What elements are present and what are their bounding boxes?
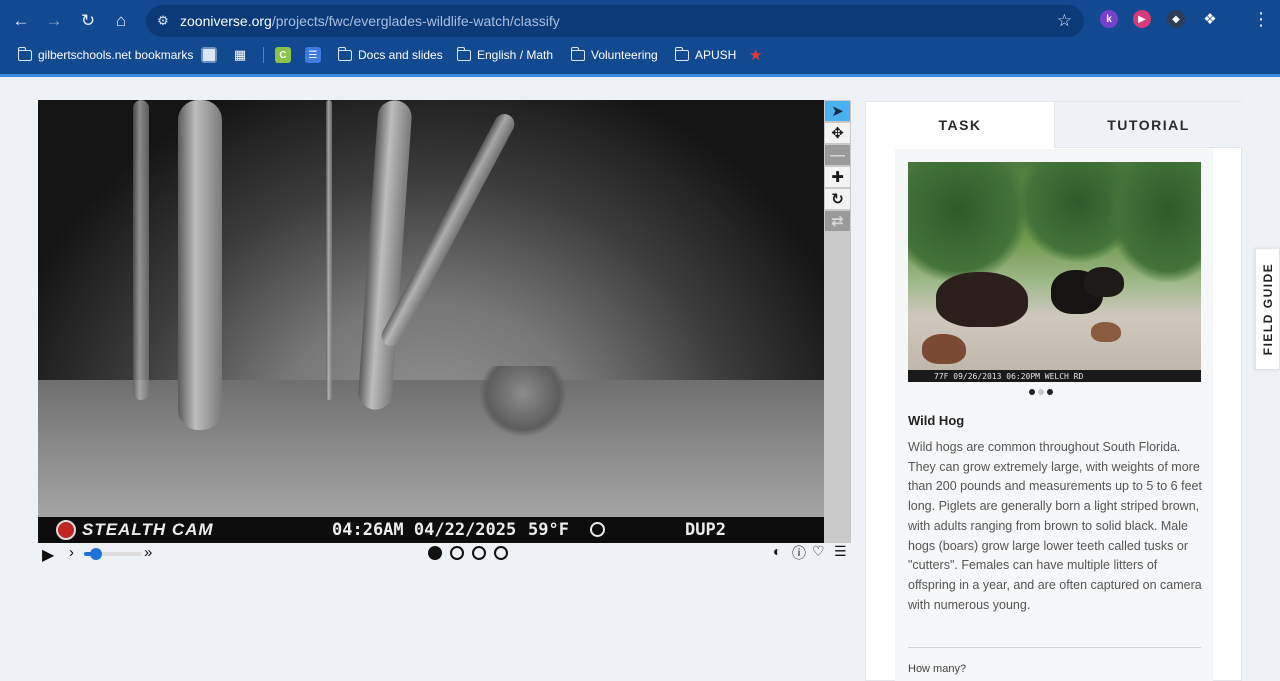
tree-trunk bbox=[357, 100, 413, 411]
browser-menu-icon[interactable]: ⋮ bbox=[1252, 9, 1270, 30]
zoom-out-icon: — bbox=[830, 146, 845, 164]
bookmark-volunteering[interactable]: Volunteering bbox=[570, 42, 658, 68]
example-piglet bbox=[922, 334, 966, 364]
bookmarks-separator bbox=[263, 47, 264, 63]
striped-app-icon: ☰ bbox=[305, 47, 321, 63]
example-photo-wild-hog[interactable]: 77F 09/26/2013 06:20PM WELCH RD bbox=[908, 162, 1201, 382]
invert-contrast-icon[interactable]: ◐ bbox=[773, 543, 781, 559]
bookmark-english-math[interactable]: English / Math bbox=[456, 42, 553, 68]
zoom-out-button[interactable]: — bbox=[825, 145, 850, 165]
folder-icon bbox=[674, 46, 689, 61]
bookmark-c-app[interactable]: C bbox=[275, 42, 291, 68]
camera-timestamp: 04:26AM 04/22/2025 bbox=[332, 520, 517, 540]
task-panel: TASK TUTORIAL 77F 09/26/2013 06:20PM WEL… bbox=[865, 101, 1242, 681]
c-app-icon: C bbox=[275, 47, 291, 63]
tree-trunk bbox=[178, 100, 222, 430]
animal-description: Wild hogs are common throughout South Fl… bbox=[908, 440, 1202, 612]
bookmark-apps-grid[interactable]: ▦ bbox=[232, 42, 248, 68]
play-icon[interactable]: ▶ bbox=[42, 545, 54, 565]
info-icon[interactable]: ⓘ bbox=[792, 543, 806, 563]
example-dot-3[interactable] bbox=[1047, 389, 1053, 395]
bookmark-star-flag[interactable]: ★ bbox=[749, 42, 762, 68]
example-foliage bbox=[1108, 162, 1201, 282]
forest-floor bbox=[38, 380, 824, 517]
camera-id: DUP2 bbox=[685, 520, 726, 540]
animal-name: Wild Hog bbox=[908, 413, 965, 428]
slower-chevron-icon[interactable]: › bbox=[69, 544, 74, 561]
forward-arrow-icon[interactable]: → bbox=[41, 8, 67, 34]
rotate-icon: ↻ bbox=[831, 191, 844, 208]
star-flag-icon: ★ bbox=[749, 47, 763, 64]
bookmark-striped-app[interactable]: ☰ bbox=[305, 42, 321, 68]
url-text: zooniverse.org/projects/fwc/everglades-w… bbox=[180, 13, 560, 29]
sapling bbox=[326, 100, 332, 400]
extension-shield-icon[interactable]: ◆ bbox=[1167, 10, 1185, 28]
stealth-cam-logo: STEALTH CAM bbox=[56, 517, 214, 543]
bookmark-docs-and-slides[interactable]: Docs and slides bbox=[337, 42, 443, 68]
camera-temperature: 59°F bbox=[528, 520, 569, 540]
pointer-tool-button[interactable]: ➤ bbox=[825, 101, 850, 121]
bookmark-gilbertschools[interactable]: gilbertschools.net bookmarks bbox=[17, 42, 193, 68]
how-many-question: How many? bbox=[908, 663, 967, 675]
managed-folder-icon bbox=[17, 46, 32, 61]
task-content: 77F 09/26/2013 06:20PM WELCH RD Wild Hog… bbox=[895, 149, 1213, 681]
tree-trunk bbox=[133, 100, 149, 400]
extension-k-icon[interactable]: k bbox=[1100, 10, 1118, 28]
favorite-heart-icon[interactable]: ♡ bbox=[812, 543, 825, 560]
example-adult-hog bbox=[1084, 267, 1124, 297]
frame-dot-4[interactable] bbox=[494, 546, 508, 560]
trail-camera-photo[interactable] bbox=[38, 100, 824, 517]
address-bar[interactable]: ⚙ zooniverse.org/projects/fwc/everglades… bbox=[146, 5, 1084, 37]
example-photo-caption: 77F 09/26/2013 06:20PM WELCH RD bbox=[908, 370, 1201, 382]
reset-icon: ⇄ bbox=[831, 213, 844, 230]
example-dot-1[interactable] bbox=[1029, 389, 1035, 395]
collections-list-icon[interactable]: ☰ bbox=[834, 543, 847, 560]
tab-task[interactable]: TASK bbox=[866, 102, 1054, 148]
folder-icon bbox=[570, 46, 585, 61]
zoom-in-icon: ✚ bbox=[831, 169, 844, 186]
slider-knob[interactable] bbox=[90, 548, 102, 560]
camera-info-strip: STEALTH CAM 04:26AM 04/22/2025 59°F DUP2 bbox=[38, 517, 824, 543]
frame-dot-2[interactable] bbox=[450, 546, 464, 560]
panel-divider bbox=[908, 647, 1201, 648]
bookmark-star-icon[interactable]: ☆ bbox=[1057, 11, 1072, 31]
browser-chrome: ← → ↻ ⌂ ⚙ zooniverse.org/projects/fwc/ev… bbox=[0, 0, 1280, 76]
image-toolbar: ➤ ✥ — ✚ ↻ ⇄ bbox=[824, 100, 851, 543]
bookmarks-bar: gilbertschools.net bookmarks ▦ C ☰ Docs … bbox=[0, 42, 1280, 68]
example-foliage bbox=[908, 162, 1028, 282]
faster-chevron-icon[interactable]: » bbox=[144, 544, 152, 561]
pointer-icon: ➤ bbox=[831, 103, 844, 120]
reload-icon[interactable]: ↻ bbox=[75, 8, 101, 34]
app-icon bbox=[201, 47, 217, 63]
stealth-cam-badge-icon bbox=[56, 520, 76, 540]
move-icon: ✥ bbox=[831, 125, 844, 142]
bookmark-app[interactable] bbox=[201, 42, 217, 68]
frame-dot-1[interactable] bbox=[428, 546, 442, 560]
apps-grid-icon: ▦ bbox=[233, 47, 247, 62]
site-settings-icon[interactable]: ⚙ bbox=[146, 5, 180, 37]
chrome-accent-line bbox=[0, 74, 1280, 77]
subject-controls: ▶ › » ◐ ⓘ ♡ ☰ bbox=[38, 543, 852, 565]
folder-icon bbox=[456, 46, 471, 61]
field-guide-tab[interactable]: FIELD GUIDE bbox=[1255, 248, 1280, 370]
extension-video-icon[interactable]: ▶ bbox=[1133, 10, 1151, 28]
back-arrow-icon[interactable]: ← bbox=[8, 8, 34, 34]
extensions-puzzle-icon[interactable]: ❖ bbox=[1201, 10, 1219, 28]
tab-tutorial[interactable]: TUTORIAL bbox=[1054, 102, 1242, 148]
rotate-button[interactable]: ↻ bbox=[825, 189, 850, 209]
home-icon[interactable]: ⌂ bbox=[108, 8, 134, 34]
moon-phase-icon bbox=[590, 522, 605, 537]
playback-speed-slider[interactable] bbox=[84, 548, 142, 560]
example-piglet bbox=[1091, 322, 1121, 342]
wild-hog-subject bbox=[480, 366, 566, 436]
zoom-in-button[interactable]: ✚ bbox=[825, 167, 850, 187]
folder-icon bbox=[337, 46, 352, 61]
reset-button[interactable]: ⇄ bbox=[825, 211, 850, 231]
frame-dot-3[interactable] bbox=[472, 546, 486, 560]
move-tool-button[interactable]: ✥ bbox=[825, 123, 850, 143]
example-dot-2[interactable] bbox=[1038, 389, 1044, 395]
bookmark-apush[interactable]: APUSH bbox=[674, 42, 736, 68]
example-adult-hog bbox=[936, 272, 1028, 327]
subject-viewer[interactable]: STEALTH CAM 04:26AM 04/22/2025 59°F DUP2 bbox=[38, 100, 824, 543]
